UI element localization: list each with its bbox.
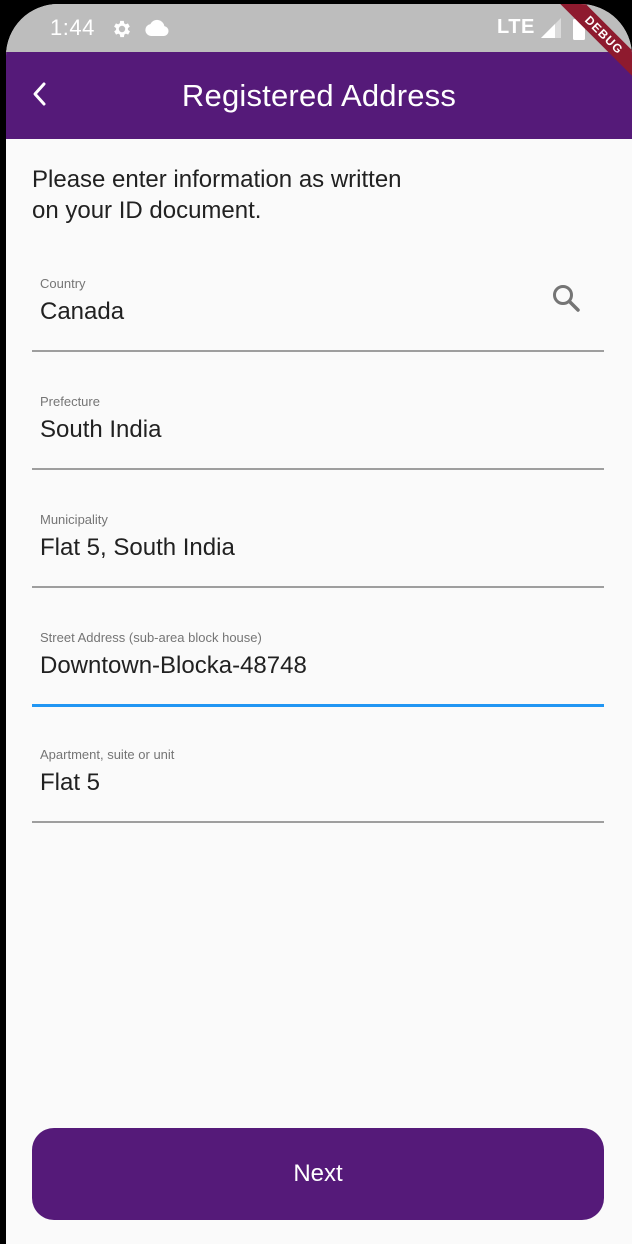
gear-icon: [111, 18, 133, 40]
country-value[interactable]: Canada: [40, 298, 124, 326]
search-icon[interactable]: [550, 282, 582, 314]
status-time: 1:44: [50, 15, 95, 40]
instruction-line: on your ID document.: [32, 197, 262, 224]
instruction-text: Please enter information as written on y…: [32, 164, 492, 226]
street-address-value[interactable]: Downtown-Blocka-48748: [40, 652, 307, 680]
network-type: LTE: [497, 16, 535, 38]
signal-icon: [541, 18, 561, 38]
phone-screen: 1:44 LTE Registered Address DEBUG Please…: [6, 4, 632, 1244]
app-bar: Registered Address: [6, 52, 632, 139]
apartment-label: Apartment, suite or unit: [40, 747, 175, 762]
next-button[interactable]: Next: [32, 1128, 604, 1220]
instruction-line: Please enter information as written: [32, 166, 402, 193]
municipality-value[interactable]: Flat 5, South India: [40, 534, 235, 562]
cloud-icon: [145, 19, 169, 37]
page-title: Registered Address: [181, 78, 457, 113]
street-address-label: Street Address (sub-area block house): [40, 630, 262, 645]
apartment-field[interactable]: Apartment, suite or unit Flat 5: [32, 747, 604, 823]
prefecture-value[interactable]: South India: [40, 416, 161, 444]
country-field[interactable]: Country Canada: [32, 276, 604, 352]
municipality-label: Municipality: [40, 512, 108, 527]
municipality-field[interactable]: Municipality Flat 5, South India: [32, 512, 604, 588]
prefecture-label: Prefecture: [40, 394, 100, 409]
prefecture-field[interactable]: Prefecture South India: [32, 394, 604, 470]
country-label: Country: [40, 276, 86, 291]
apartment-value[interactable]: Flat 5: [40, 769, 100, 797]
street-address-field[interactable]: Street Address (sub-area block house) Do…: [32, 630, 604, 707]
status-bar: 1:44 LTE: [6, 4, 632, 52]
